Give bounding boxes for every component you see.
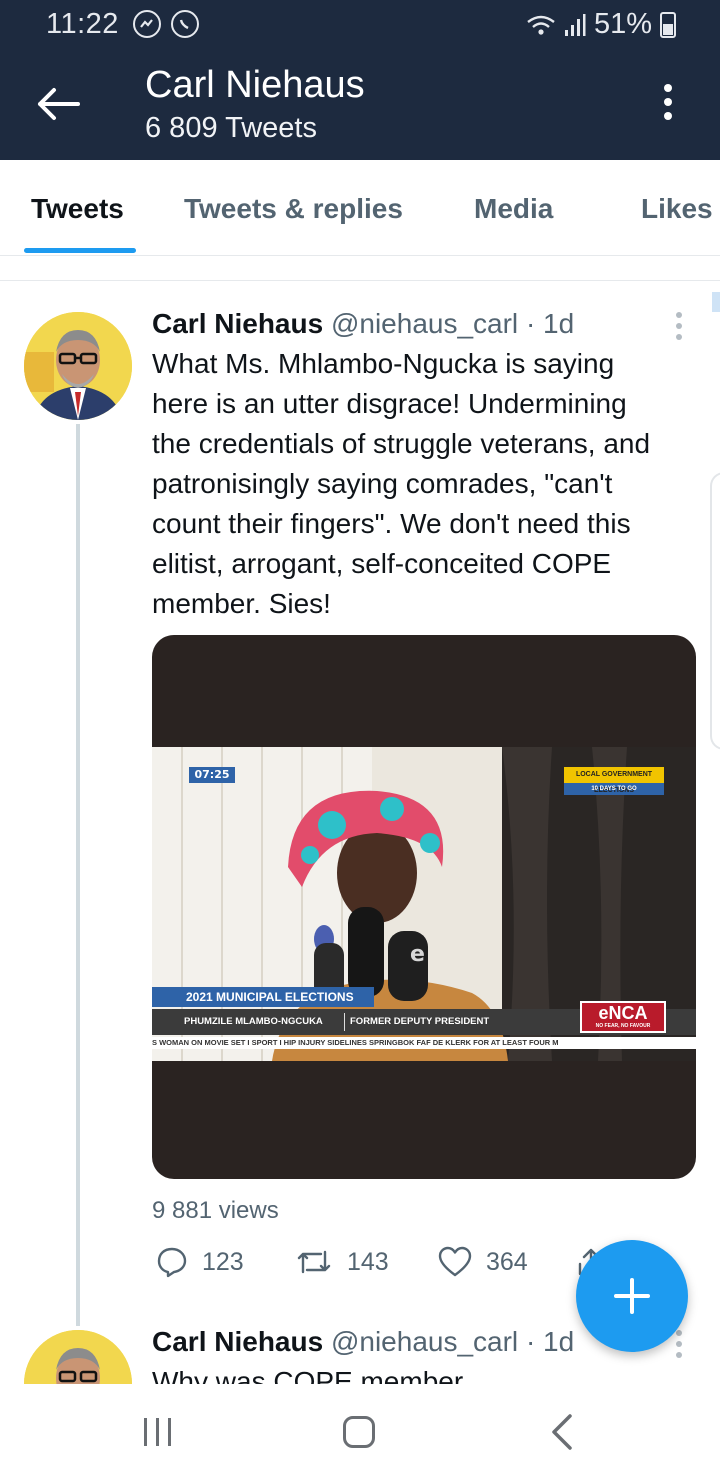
tweet-time: · 1d <box>525 1326 575 1357</box>
tweet-options-icon[interactable] <box>676 312 684 345</box>
home-icon[interactable] <box>343 1416 375 1448</box>
tweet-text-line: member. Sies! <box>152 588 331 619</box>
tab-tweets-replies[interactable]: Tweets & replies <box>184 193 403 225</box>
caption-separator <box>344 1013 345 1031</box>
tweet-header: Carl Niehaus @niehaus_carl · 1d <box>152 1326 574 1358</box>
battery-level: 51% <box>593 8 652 40</box>
tweet-text-line: here is an utter disgrace! Undermining <box>152 388 627 419</box>
scroll-indicator <box>712 292 720 312</box>
author-handle[interactable]: @niehaus_carl <box>331 1326 518 1357</box>
view-count: 9 881 views <box>152 1197 279 1224</box>
tab-tweets[interactable]: Tweets <box>31 193 124 225</box>
tweet-text-line: elitist, arrogant, self-conceited COPE <box>152 548 612 579</box>
author-handle[interactable]: @niehaus_carl <box>331 308 518 339</box>
tweet-header: Carl Niehaus @niehaus_carl · 1d <box>152 308 574 340</box>
author-name[interactable]: Carl Niehaus <box>152 1326 323 1357</box>
badge-top: LOCAL GOVERNMENT ELECTIONS <box>564 767 664 794</box>
tab-likes[interactable]: Likes <box>641 193 713 225</box>
news-ticker: S WOMAN ON MOVIE SET I SPORT I HIP INJUR… <box>152 1037 696 1049</box>
svg-text:e: e <box>410 942 425 967</box>
tweet-text-line: patronisingly saying comrades, "can't <box>152 468 613 499</box>
compose-tweet-button[interactable] <box>576 1240 688 1352</box>
video-clock: 07:25 <box>189 767 235 783</box>
like-count: 364 <box>486 1247 528 1276</box>
tweet-text-line: the credentials of struggle veterans, an… <box>152 428 651 459</box>
whatsapp-icon <box>171 10 199 38</box>
heart-icon <box>438 1246 472 1277</box>
like-button[interactable]: 364 <box>438 1246 528 1278</box>
tweet-options-icon[interactable] <box>676 1330 684 1363</box>
video-frame: e 07:25 LOCAL GOVERNMENT ELECTIONS 10 DA… <box>152 747 696 1061</box>
divider <box>0 280 720 281</box>
tweet-text-line: What Ms. Mhlambo-Ngucka is saying <box>152 348 615 379</box>
page-title: Carl Niehaus <box>145 64 365 106</box>
system-back-icon[interactable] <box>550 1414 574 1450</box>
tweet-video[interactable]: e 07:25 LOCAL GOVERNMENT ELECTIONS 10 DA… <box>152 635 696 1179</box>
recent-apps-icon[interactable] <box>144 1418 174 1446</box>
author-name[interactable]: Carl Niehaus <box>152 308 323 339</box>
signal-icon <box>564 13 586 36</box>
speaker-title: FORMER DEPUTY PRESIDENT <box>350 1016 490 1027</box>
tweet-text-line: count their fingers". We don't need this <box>152 508 631 539</box>
tab-media[interactable]: Media <box>474 193 553 225</box>
reply-count: 123 <box>202 1247 244 1276</box>
lower-third-title: 2021 MUNICIPAL ELECTIONS <box>152 987 374 1007</box>
battery-icon <box>660 11 676 38</box>
status-bar: 11:22 51% <box>0 0 720 50</box>
tweet-text: What Ms. Mhlambo-Ngucka is saying here i… <box>152 344 697 624</box>
speaker-name: PHUMZILE MLAMBO-NGCUKA <box>184 1016 323 1027</box>
retweet-icon <box>297 1250 331 1274</box>
badge-bottom: 10 DAYS TO GO <box>564 783 664 795</box>
reply-icon <box>157 1247 187 1278</box>
edge-card <box>710 472 720 750</box>
channel-tag: NO FEAR, NO FAVOUR <box>595 1023 651 1029</box>
status-time: 11:22 <box>46 8 119 40</box>
retweet-count: 143 <box>347 1247 389 1276</box>
app-header: 11:22 51% Carl Niehaus 6 809 Tweets <box>0 0 720 160</box>
avatar[interactable] <box>24 312 132 420</box>
messenger-icon <box>133 10 161 38</box>
system-nav-bar <box>0 1384 720 1480</box>
tweet-time: · 1d <box>525 308 575 339</box>
active-tab-indicator <box>24 248 136 253</box>
status-right: 51% <box>526 8 676 41</box>
reply-button[interactable]: 123 <box>156 1246 244 1278</box>
channel-name: eNCA <box>598 1003 648 1023</box>
thread-line <box>76 424 80 1326</box>
retweet-button[interactable]: 143 <box>295 1246 389 1278</box>
back-arrow-icon[interactable] <box>34 82 82 126</box>
channel-logo: eNCA NO FEAR, NO FAVOUR <box>580 1001 666 1033</box>
wifi-icon <box>527 15 555 35</box>
tweet-count: 6 809 Tweets <box>145 112 317 144</box>
profile-tabs: Tweets Tweets & replies Media Likes <box>0 160 720 256</box>
more-options-icon[interactable] <box>656 84 680 124</box>
election-badge: LOCAL GOVERNMENT ELECTIONS 10 DAYS TO GO <box>564 767 664 797</box>
